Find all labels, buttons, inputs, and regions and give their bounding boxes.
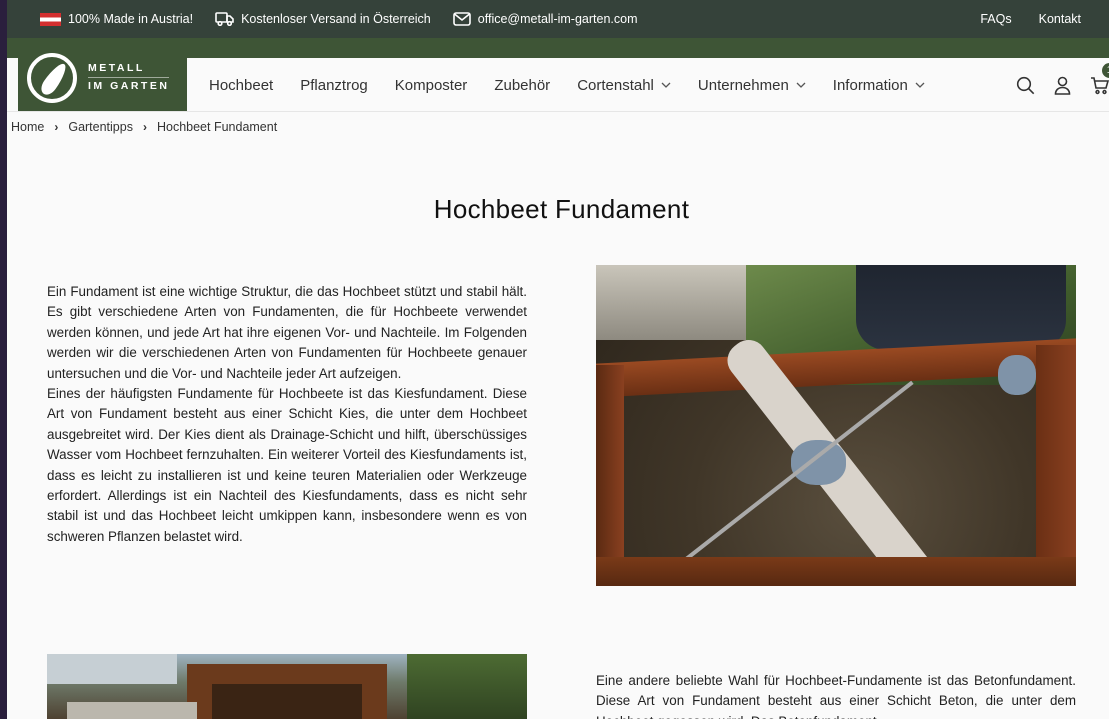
free-shipping: Kostenloser Versand in Österreich [215, 12, 431, 26]
chevron-down-icon [915, 80, 925, 91]
nav-label: Zubehör [494, 76, 551, 94]
austria-flag-icon [40, 12, 61, 26]
nav-label: Hochbeet [209, 76, 274, 94]
chevron-down-icon [661, 80, 671, 91]
email-link[interactable]: office@metall-im-garten.com [478, 12, 638, 26]
made-in-austria: 100% Made in Austria! [40, 12, 193, 26]
nav-item-zubehoer[interactable]: Zubehör [494, 77, 550, 94]
intro-text: Ein Fundament ist eine wichtige Struktur… [47, 282, 527, 547]
paragraph-intro: Ein Fundament ist eine wichtige Struktur… [47, 284, 527, 381]
beton-text: Eine andere beliebte Wahl für Hochbeet-F… [596, 671, 1076, 719]
account-icon[interactable] [1054, 76, 1071, 95]
raised-bed-photo [596, 265, 1076, 586]
kontakt-link[interactable]: Kontakt [1039, 12, 1081, 26]
chevron-right-icon: › [54, 120, 59, 134]
nav-label: Cortenstahl [577, 76, 654, 94]
raised-bed-gravel-photo [47, 654, 527, 719]
nav-item-information[interactable]: Information [833, 77, 925, 94]
faqs-link[interactable]: FAQs [980, 12, 1011, 26]
search-icon[interactable] [1016, 76, 1035, 95]
paragraph-betonfundament: Eine andere beliebte Wahl für Hochbeet-F… [596, 673, 1076, 719]
nav-label: Unternehmen [697, 76, 789, 94]
breadcrumb-current: Hochbeet Fundament [156, 120, 278, 134]
email-contact[interactable]: office@metall-im-garten.com [452, 12, 638, 26]
truck-icon [215, 12, 234, 26]
main-header: METALL IM GARTEN Hochbeet Pflanztrog Kom… [7, 44, 1109, 112]
breadcrumb-gartentipps[interactable]: Gartentipps [68, 120, 133, 134]
cart-icon[interactable]: 1 [1090, 62, 1109, 95]
breadcrumb-home[interactable]: Home [11, 120, 44, 134]
shipping-text: Kostenloser Versand in Österreich [241, 12, 431, 26]
logo-line-2: IM GARTEN [88, 77, 170, 95]
header-actions: 1 [997, 58, 1109, 112]
made-in-text: 100% Made in Austria! [68, 12, 194, 26]
nav-item-pflanztrog[interactable]: Pflanztrog [300, 77, 368, 94]
logo-line-1: METALL [88, 62, 145, 74]
page: 100% Made in Austria! Kostenloser Versan… [7, 0, 1109, 719]
site-logo[interactable]: METALL IM GARTEN [18, 44, 187, 111]
nav-item-unternehmen[interactable]: Unternehmen [698, 77, 806, 94]
nav-label: Information [832, 76, 908, 94]
nav-item-komposter[interactable]: Komposter [395, 77, 468, 94]
leaf-logo-icon [27, 52, 77, 103]
nav-item-cortenstahl[interactable]: Cortenstahl [577, 77, 671, 94]
top-info-bar: 100% Made in Austria! Kostenloser Versan… [7, 0, 1109, 38]
logo-wordmark: METALL IM GARTEN [88, 60, 170, 95]
breadcrumb: Home › Gartentipps › Hochbeet Fundament [11, 120, 277, 134]
glove-hand [791, 440, 846, 485]
nav-label: Komposter [394, 76, 468, 94]
cart-count-badge: 1 [1102, 62, 1109, 78]
main-nav: Hochbeet Pflanztrog Komposter Zubehör Co… [209, 58, 952, 112]
nav-label: Pflanztrog [300, 76, 368, 94]
chevron-down-icon [796, 80, 806, 91]
nav-item-hochbeet[interactable]: Hochbeet [209, 77, 273, 94]
mail-icon [452, 12, 471, 26]
page-title: Hochbeet Fundament [433, 194, 690, 224]
chevron-right-icon: › [142, 120, 147, 134]
paragraph-kiesfundament: Eines der häufigsten Fundamente für Hoch… [47, 386, 527, 544]
